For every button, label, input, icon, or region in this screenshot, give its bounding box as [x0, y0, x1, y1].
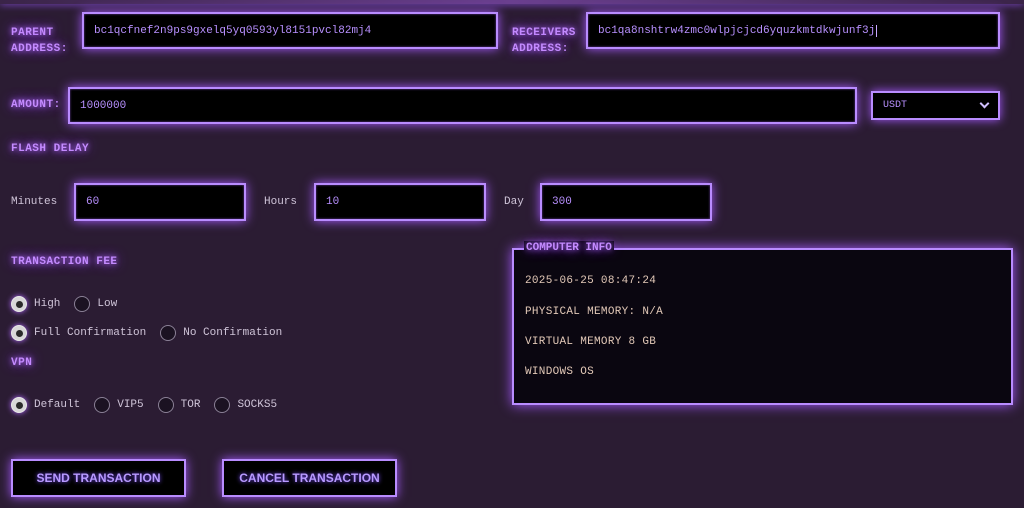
vpn-option-tor-label: TOR — [180, 399, 201, 411]
vpn-option-default[interactable]: Default — [11, 397, 80, 413]
cancel-transaction-button[interactable]: CANCEL TRANSACTION — [222, 459, 397, 497]
day-label: Day — [504, 196, 524, 208]
receivers-label-line1: RECEIVERS — [512, 27, 576, 39]
minutes-label: Minutes — [11, 196, 58, 208]
receivers-label-line2: ADDRESS: — [512, 43, 569, 55]
hours-input[interactable]: 10 — [314, 183, 486, 221]
transaction-fee-title: TRANSACTION FEE — [11, 256, 118, 268]
top-divider — [0, 0, 1024, 4]
currency-selected-value: USDT — [883, 100, 908, 111]
parent-address-input[interactable]: bc1qcfnef2n9ps9gxelq5yq0593yl8151pvcl82m… — [82, 12, 498, 49]
vpn-option-socks5[interactable]: SOCKS5 — [214, 397, 277, 413]
fee-option-high-label: High — [34, 298, 61, 310]
info-datetime: 2025-06-25 08:47:24 — [525, 275, 657, 287]
radio-unchecked-icon[interactable] — [160, 325, 177, 341]
radio-unchecked-icon[interactable] — [94, 397, 111, 413]
vpn-option-default-label: Default — [34, 399, 81, 411]
parent-label-line1: PARENT — [11, 27, 54, 39]
chevron-down-icon — [979, 98, 990, 109]
minutes-input[interactable]: 60 — [74, 183, 246, 221]
receivers-address-input[interactable]: bc1qa8nshtrw4zmc0wlpjcjcd6yquzkmtdkwjunf… — [586, 12, 1000, 49]
fee-option-low[interactable]: Low — [74, 296, 117, 312]
amount-input[interactable]: 1000000 — [68, 87, 857, 124]
vpn-radio-group: Default VIP5 TOR SOCKS5 — [11, 397, 291, 413]
confirm-option-full-label: Full Confirmation — [34, 327, 147, 339]
amount-label: AMOUNT: — [11, 99, 61, 111]
fee-option-high[interactable]: High — [11, 296, 60, 312]
hours-label: Hours — [264, 196, 298, 208]
currency-select[interactable]: USDT — [871, 91, 1000, 120]
vpn-option-tor[interactable]: TOR — [157, 397, 201, 413]
parent-address-label: PARENT ADDRESS: — [11, 25, 68, 57]
day-input[interactable]: 300 — [540, 183, 712, 221]
info-virtual-memory: VIRTUAL MEMORY 8 GB — [525, 336, 657, 348]
receivers-address-label: RECEIVERS ADDRESS: — [512, 25, 576, 57]
vpn-option-vip5-label: VIP5 — [117, 399, 144, 411]
fee-radio-group: High Low — [11, 296, 131, 312]
confirm-option-none[interactable]: No Confirmation — [160, 325, 282, 341]
computer-info-panel: COMPUTER INFO 2025-06-25 08:47:24 PHYSIC… — [512, 241, 1013, 405]
receivers-address-value: bc1qa8nshtrw4zmc0wlpjcjcd6yquzkmtdkwjunf… — [598, 24, 876, 37]
fee-option-low-label: Low — [97, 298, 118, 310]
parent-label-line2: ADDRESS: — [11, 43, 68, 55]
send-transaction-button[interactable]: SEND TRANSACTION — [11, 459, 186, 497]
vpn-option-vip5[interactable]: VIP5 — [94, 397, 144, 413]
computer-info-title: COMPUTER INFO — [524, 241, 614, 255]
vpn-title: VPN — [11, 357, 33, 369]
info-physical-memory: PHYSICAL MEMORY: N/A — [525, 306, 664, 318]
radio-checked-icon[interactable] — [11, 296, 27, 312]
info-os: WINDOWS OS — [525, 366, 595, 378]
confirm-option-full[interactable]: Full Confirmation — [11, 325, 146, 341]
radio-unchecked-icon[interactable] — [214, 397, 231, 413]
confirmation-radio-group: Full Confirmation No Confirmation — [11, 325, 296, 341]
vpn-option-socks5-label: SOCKS5 — [237, 399, 278, 411]
radio-unchecked-icon[interactable] — [74, 296, 91, 312]
radio-unchecked-icon[interactable] — [157, 397, 174, 413]
confirm-option-none-label: No Confirmation — [183, 327, 283, 339]
flash-delay-title: FLASH DELAY — [11, 143, 90, 155]
radio-checked-icon[interactable] — [11, 325, 27, 341]
radio-checked-icon[interactable] — [11, 397, 27, 413]
